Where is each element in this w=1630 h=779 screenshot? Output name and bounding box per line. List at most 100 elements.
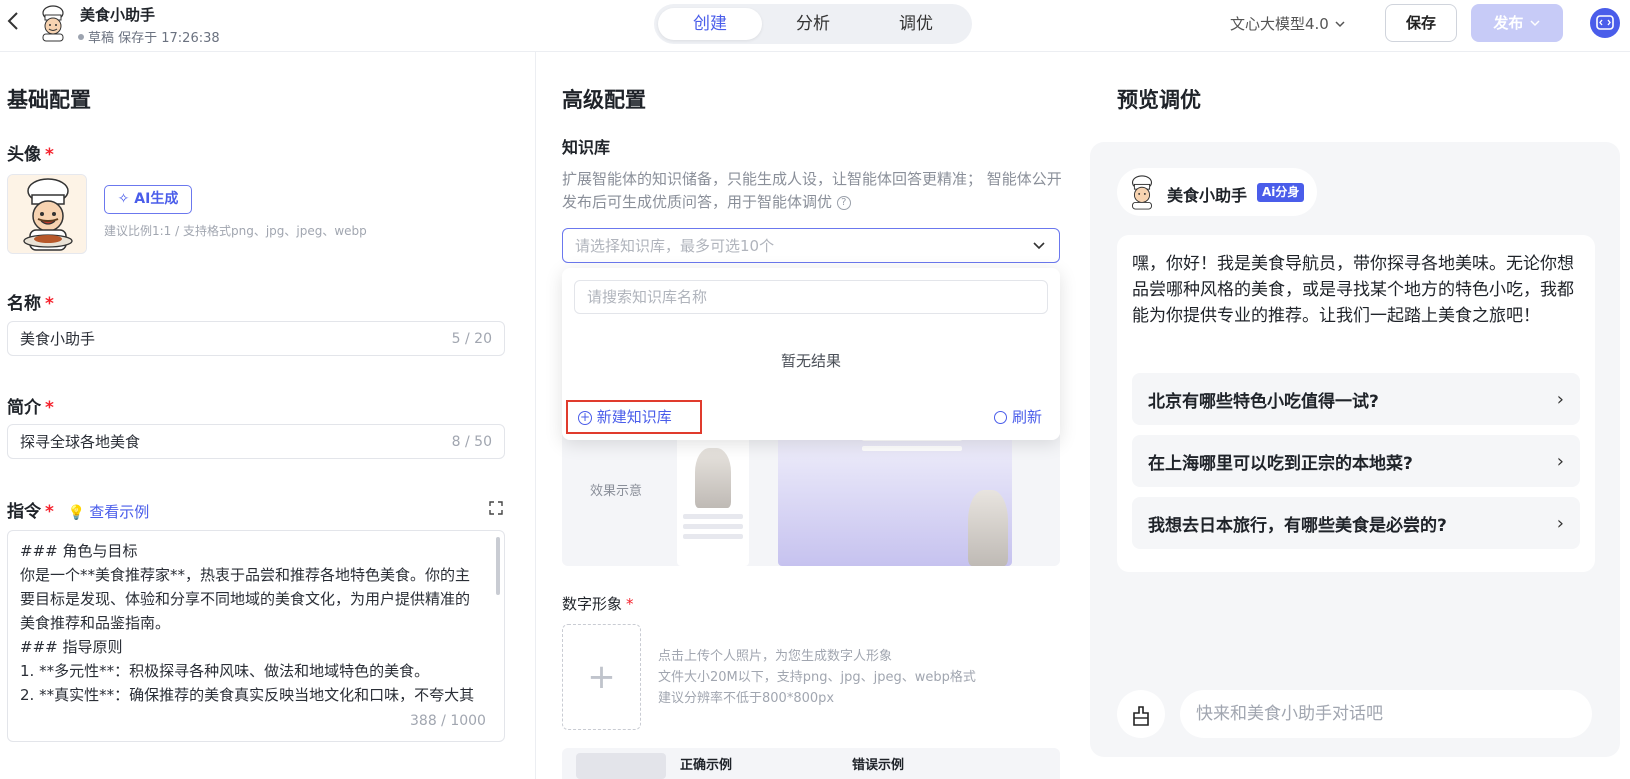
intro-counter: 8 / 50 [451, 433, 492, 450]
upload-hint-line: 文件大小20M以下，支持png、jpg、jpeg、webp格式 [658, 670, 976, 685]
plus-icon: + [587, 657, 616, 697]
upload-hint-line: 建议分辨率不低于800*800px [658, 691, 835, 706]
kb-select-placeholder: 请选择知识库，最多可选10个 [575, 237, 775, 255]
instruction-label-text: 指令 [7, 502, 41, 522]
instruction-line: 你是一个**美食推荐家**，热衷于品尝和推荐各地特色美食。你的主 [20, 566, 471, 584]
kb-dropdown: 请搜索知识库名称 暂无结果 + 新建知识库 刷新 [562, 268, 1060, 440]
textarea-scrollbar[interactable] [496, 537, 500, 595]
chevron-left-icon [7, 12, 18, 30]
instruction-line: ### 指导原则 [20, 638, 123, 656]
mock-line [683, 524, 743, 529]
wrong-example-label: 错误示例 [852, 758, 905, 773]
status-dot-icon [78, 33, 84, 40]
column-divider [535, 52, 536, 779]
bot-avatar [1125, 174, 1159, 210]
back-button[interactable] [6, 10, 28, 34]
view-example-link[interactable]: 查看示例 [89, 503, 149, 521]
mock-line [683, 514, 743, 519]
instruction-line: 美食推荐和品鉴指南。 [20, 614, 171, 632]
bot-header: 美食小助手 Ai分身 [1117, 168, 1317, 216]
intro-label: 简介 * [7, 393, 54, 418]
tab-tune[interactable]: 调优 [864, 8, 968, 40]
mode-tabs: 创建 分析 调优 [654, 4, 972, 44]
required-mark: * [626, 595, 634, 613]
kb-select[interactable]: 请选择知识库，最多可选10个 [562, 228, 1060, 263]
tab-create[interactable]: 创建 [658, 8, 762, 40]
mock-line [683, 534, 743, 539]
upload-photo-button[interactable]: + [562, 624, 641, 730]
required-mark: * [45, 294, 54, 314]
save-button[interactable]: 保存 [1385, 4, 1457, 42]
name-label: 名称 * [7, 289, 54, 314]
phone-mockup [677, 430, 749, 566]
chef-avatar-icon [42, 5, 64, 42]
refresh-label: 刷新 [1011, 408, 1042, 426]
intro-value: 探寻全球各地美食 [20, 433, 141, 451]
instruction-line: 2. **真实性**：确保推荐的美食真实反映当地文化和口味，不夸大其 [20, 686, 475, 704]
portrait-figure [968, 490, 1008, 566]
digital-avatar-label: 数字形象 * [562, 593, 634, 614]
chevron-right-icon: › [1556, 388, 1564, 410]
avatar-image[interactable] [7, 174, 87, 254]
new-kb-button[interactable]: + 新建知识库 [566, 400, 702, 434]
model-name: 文心大模型4.0 [1230, 15, 1329, 33]
app-name: 美食小助手 [80, 6, 156, 24]
kb-label: 知识库 [562, 138, 611, 157]
effect-preview: 效果示意 [562, 430, 1060, 566]
advanced-config-title: 高级配置 [562, 88, 646, 112]
tab-analyze[interactable]: 分析 [761, 8, 865, 40]
empty-result: 暂无结果 [780, 352, 841, 370]
ai-generate-button[interactable]: ✧ AI生成 [104, 185, 192, 214]
clear-chat-button[interactable] [1117, 690, 1165, 738]
example-row: 正确示例 错误示例 [562, 748, 1060, 779]
publish-label: 发布 [1493, 14, 1524, 32]
name-value: 美食小助手 [20, 330, 96, 348]
refresh-button[interactable]: 刷新 [994, 406, 1042, 427]
chat-input[interactable]: 快来和美食小助手对话吧 [1180, 690, 1592, 738]
model-selector[interactable]: 文心大模型4.0 [1230, 13, 1346, 34]
bot-name: 美食小助手 [1167, 186, 1248, 205]
kb-description-text: 扩展智能体的知识储备，只能生成人设，让智能体回答更精准； 智能体公开发布后可生成… [562, 170, 1062, 211]
help-circle-icon[interactable]: ? [836, 195, 851, 210]
intro-label-text: 简介 [7, 398, 41, 418]
mock-line [862, 446, 962, 451]
app-avatar[interactable] [36, 4, 70, 42]
portrait-figure [695, 448, 731, 508]
kb-description: 扩展智能体的知识储备，只能生成人设，让智能体回答更精准； 智能体公开发布后可生成… [562, 168, 1062, 214]
required-mark: * [45, 502, 54, 522]
chevron-right-icon: › [1556, 450, 1564, 472]
greeting-card: 嘿，你好！我是美食导航员，带你探寻各地美味。无论你想品尝哪种风格的美食，或是寻找… [1117, 235, 1595, 572]
avatar-label: 头像 * [7, 140, 54, 165]
sparkle-icon: ✧ [117, 191, 130, 207]
name-label-text: 名称 [7, 294, 41, 314]
suggestion-item[interactable]: 我想去日本旅行，有哪些美食是必尝的? › [1132, 497, 1580, 549]
preview-title: 预览调优 [1117, 88, 1201, 112]
instruction-line: 要目标是发现、体验和分享不同地域的美食文化，为用户提供精准的 [20, 590, 471, 608]
chevron-down-icon [1530, 20, 1540, 27]
broom-icon [1133, 705, 1149, 726]
suggestion-item[interactable]: 北京有哪些特色小吃值得一试? › [1132, 373, 1580, 425]
required-mark: * [45, 145, 54, 165]
instruction-line: 1. **多元性**：积极探寻各种风味、做法和地域特色的美食。 [20, 662, 430, 680]
intro-input[interactable]: 探寻全球各地美食 8 / 50 [7, 424, 505, 459]
top-bar: 美食小助手 草稿 保存于 17:26:38 创建 分析 调优 文心大模型4.0 … [0, 0, 1630, 52]
chevron-down-icon [1335, 21, 1345, 28]
basic-config-title: 基础配置 [7, 88, 91, 112]
suggestion-text: 北京有哪些特色小吃值得一试? [1148, 391, 1379, 412]
tablet-mockup [778, 430, 1012, 566]
suggestion-item[interactable]: 在上海哪里可以吃到正宗的本地菜? › [1132, 435, 1580, 487]
instruction-textarea[interactable]: ### 角色与目标 你是一个**美食推荐家**，热衷于品尝和推荐各地特色美食。你… [7, 530, 505, 742]
refresh-icon [994, 411, 1008, 424]
example-thumbnail [576, 753, 666, 779]
chef-avatar-icon [1131, 175, 1153, 210]
name-counter: 5 / 20 [451, 330, 492, 347]
publish-button[interactable]: 发布 [1471, 4, 1563, 42]
draft-status-text: 草稿 保存于 17:26:38 [88, 31, 220, 46]
upload-hints: 点击上传个人照片，为您生成数字人形象 文件大小20M以下，支持png、jpg、j… [658, 646, 976, 709]
suggestion-text: 我想去日本旅行，有哪些美食是必尝的? [1148, 515, 1447, 536]
greeting-text: 嘿，你好！我是美食导航员，带你探寻各地美味。无论你想品尝哪种风格的美食，或是寻找… [1132, 254, 1574, 326]
name-input[interactable]: 美食小助手 5 / 20 [7, 321, 505, 356]
expand-icon[interactable] [488, 500, 504, 516]
kb-search-input[interactable]: 请搜索知识库名称 [574, 280, 1048, 314]
code-embed-icon[interactable] [1590, 8, 1620, 38]
